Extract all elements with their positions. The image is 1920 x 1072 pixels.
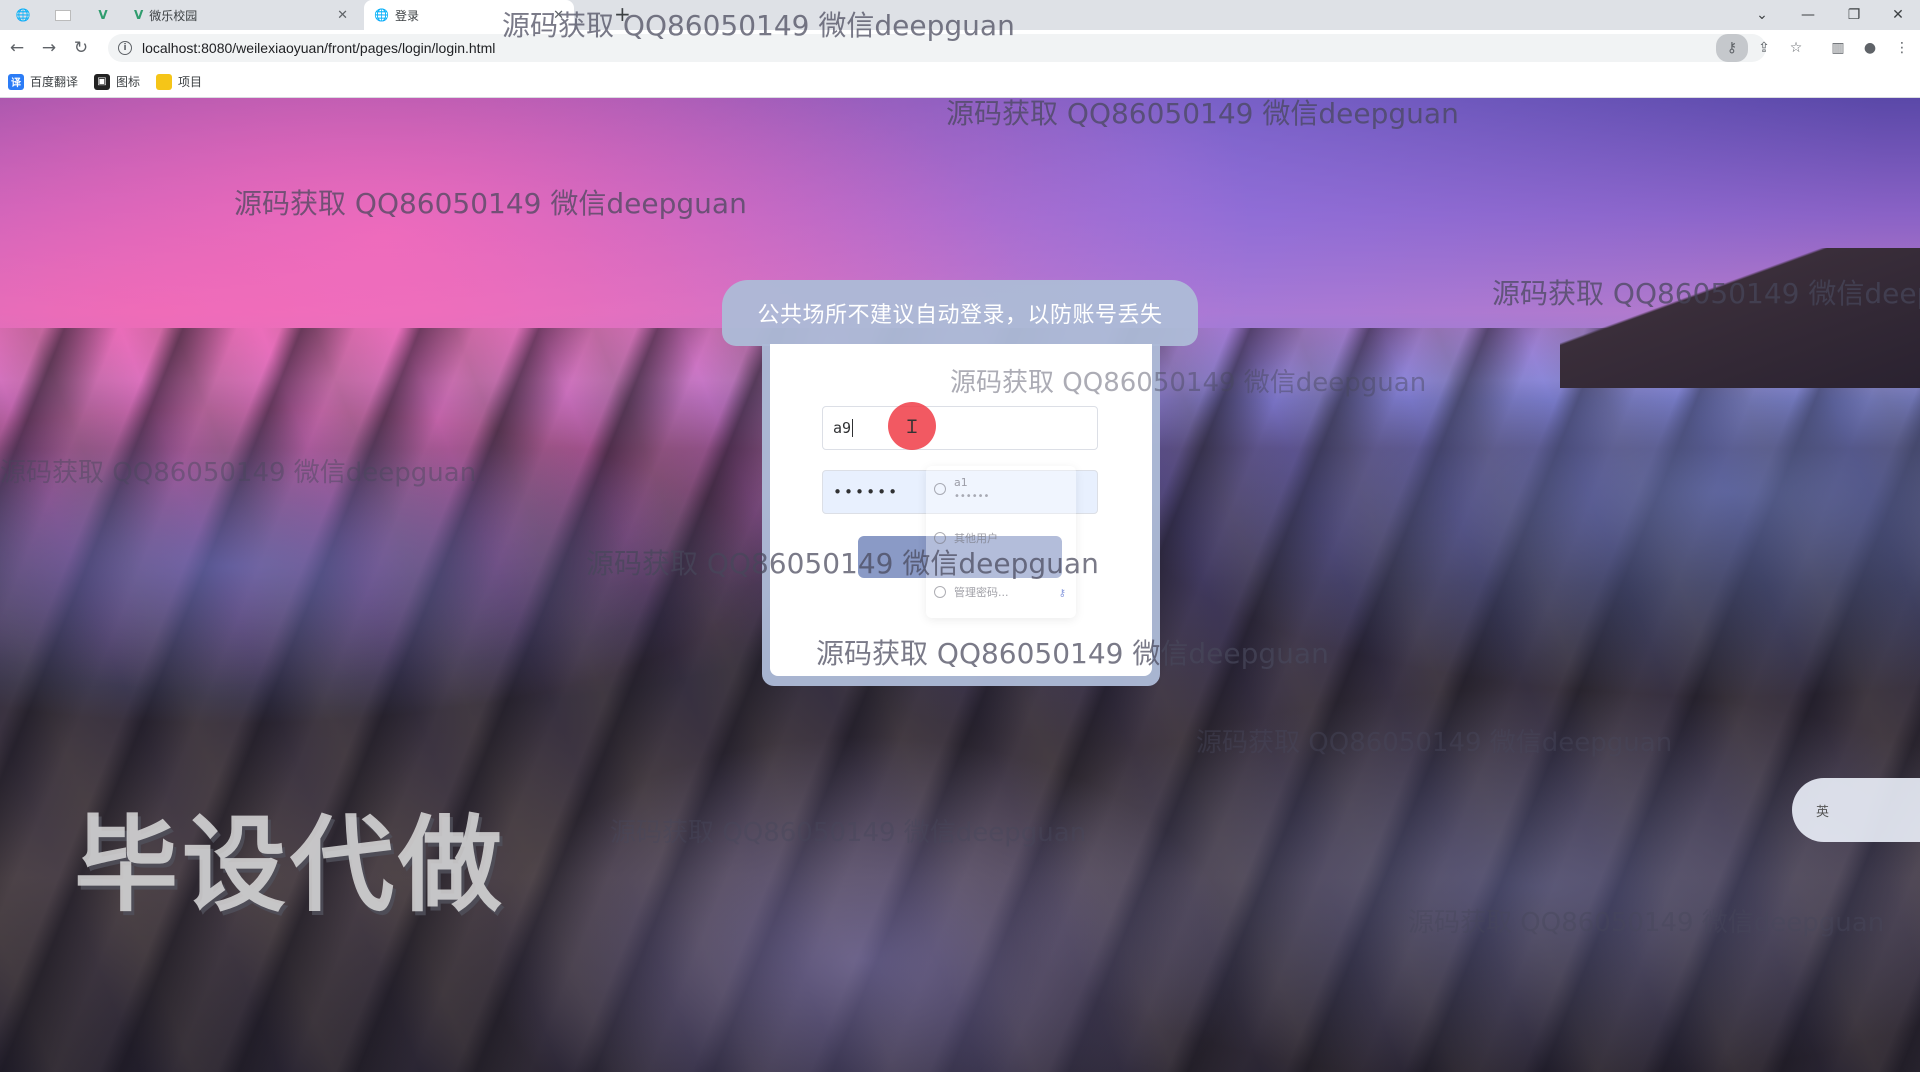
bookmark-baidu-translate[interactable]: 译 百度翻译 bbox=[8, 73, 78, 90]
image-icon: ▣ bbox=[94, 73, 111, 90]
url-text[interactable]: localhost:8080/weilexiaoyuan/front/pages… bbox=[142, 40, 495, 56]
username-input[interactable]: a9 bbox=[822, 406, 1098, 450]
autofill-pass: •••••• bbox=[954, 491, 990, 502]
tab-weilexiaoyuan[interactable]: V 微乐校园 ✕ bbox=[124, 0, 358, 30]
more-menu-icon[interactable]: ⋮ bbox=[1888, 34, 1916, 62]
bookmark-label: 百度翻译 bbox=[30, 75, 79, 89]
vue-icon: V bbox=[134, 8, 144, 22]
background-cliff bbox=[1560, 248, 1920, 388]
reload-icon[interactable]: ↻ bbox=[68, 36, 94, 60]
tab-label: 微乐校园 bbox=[149, 8, 198, 23]
password-key-icon[interactable]: ⚷ bbox=[1716, 34, 1748, 62]
key-icon bbox=[934, 586, 946, 598]
tab-label: 登录 bbox=[394, 8, 419, 23]
minimize-icon[interactable]: — bbox=[1786, 0, 1830, 30]
ime-mode: 英 bbox=[1816, 804, 1830, 820]
tab-login[interactable]: 🌐 登录 ✕ bbox=[364, 0, 574, 30]
translate-icon: 译 bbox=[8, 73, 24, 90]
folder-icon bbox=[156, 73, 173, 90]
vue-icon: V bbox=[98, 8, 108, 22]
share-icon[interactable]: ⇪ bbox=[1750, 34, 1778, 62]
new-tab-button[interactable]: + bbox=[614, 2, 631, 26]
tab-pinned-3[interactable]: V bbox=[84, 0, 122, 30]
bookmark-label: 项目 bbox=[178, 75, 203, 89]
tab-strip: 🌐 V V 微乐校园 ✕ 🌐 登录 ✕ + ⌄ — ❐ ✕ bbox=[0, 0, 1920, 30]
autofill-other-user[interactable]: 其他用户 bbox=[934, 530, 998, 546]
back-icon[interactable]: ← bbox=[4, 36, 30, 60]
bookmark-label: 图标 bbox=[116, 75, 141, 89]
bookmark-icons[interactable]: ▣ 图标 bbox=[94, 73, 140, 90]
user-icon bbox=[934, 532, 946, 544]
ime-toolbar[interactable]: 英 bbox=[1792, 778, 1920, 842]
info-icon[interactable]: i bbox=[118, 41, 132, 55]
autofill-entry[interactable]: a1 •••••• bbox=[934, 476, 989, 502]
username-value: a9 bbox=[833, 419, 852, 437]
browser-toolbar: ← → ↻ i localhost:8080/weilexiaoyuan/fro… bbox=[0, 30, 1920, 66]
globe-icon: 🌐 bbox=[374, 8, 389, 22]
autofill-manage-passwords[interactable]: 管理密码... bbox=[934, 584, 1009, 600]
click-indicator: Ｉ bbox=[888, 402, 936, 450]
key-icon: ⚷ bbox=[1058, 588, 1066, 599]
address-bar[interactable]: i localhost:8080/weilexiaoyuan/front/pag… bbox=[108, 34, 1766, 62]
blank-page-icon bbox=[55, 9, 71, 21]
close-icon[interactable]: ✕ bbox=[553, 8, 564, 23]
bookmark-star-icon[interactable]: ☆ bbox=[1782, 34, 1810, 62]
forward-icon[interactable]: → bbox=[36, 36, 62, 60]
login-notice: 公共场所不建议自动登录，以防账号丢失 bbox=[722, 280, 1198, 346]
tab-pinned-2[interactable] bbox=[44, 0, 82, 30]
autofill-dropdown[interactable]: a1 •••••• 其他用户 管理密码... ⚷ bbox=[926, 466, 1076, 618]
side-panel-icon[interactable]: ▥ bbox=[1824, 34, 1852, 62]
close-icon[interactable]: ✕ bbox=[337, 8, 348, 23]
tab-search-icon[interactable]: ⌄ bbox=[1740, 0, 1784, 30]
bookmarks-bar: 译 百度翻译 ▣ 图标 项目 bbox=[0, 66, 1920, 98]
bookmark-project[interactable]: 项目 bbox=[156, 73, 202, 90]
big-watermark: 毕设代做 bbox=[74, 804, 507, 926]
restore-icon[interactable]: ❐ bbox=[1832, 0, 1876, 30]
profile-icon[interactable]: ● bbox=[1856, 34, 1884, 62]
tab-pinned-1[interactable]: 🌐 bbox=[4, 0, 42, 30]
autofill-user: a1 bbox=[954, 476, 968, 489]
globe-icon: 🌐 bbox=[15, 8, 31, 22]
window-close-icon[interactable]: ✕ bbox=[1876, 0, 1920, 30]
text-caret bbox=[852, 419, 854, 437]
key-icon bbox=[934, 483, 946, 495]
password-value: •••••• bbox=[833, 483, 900, 501]
